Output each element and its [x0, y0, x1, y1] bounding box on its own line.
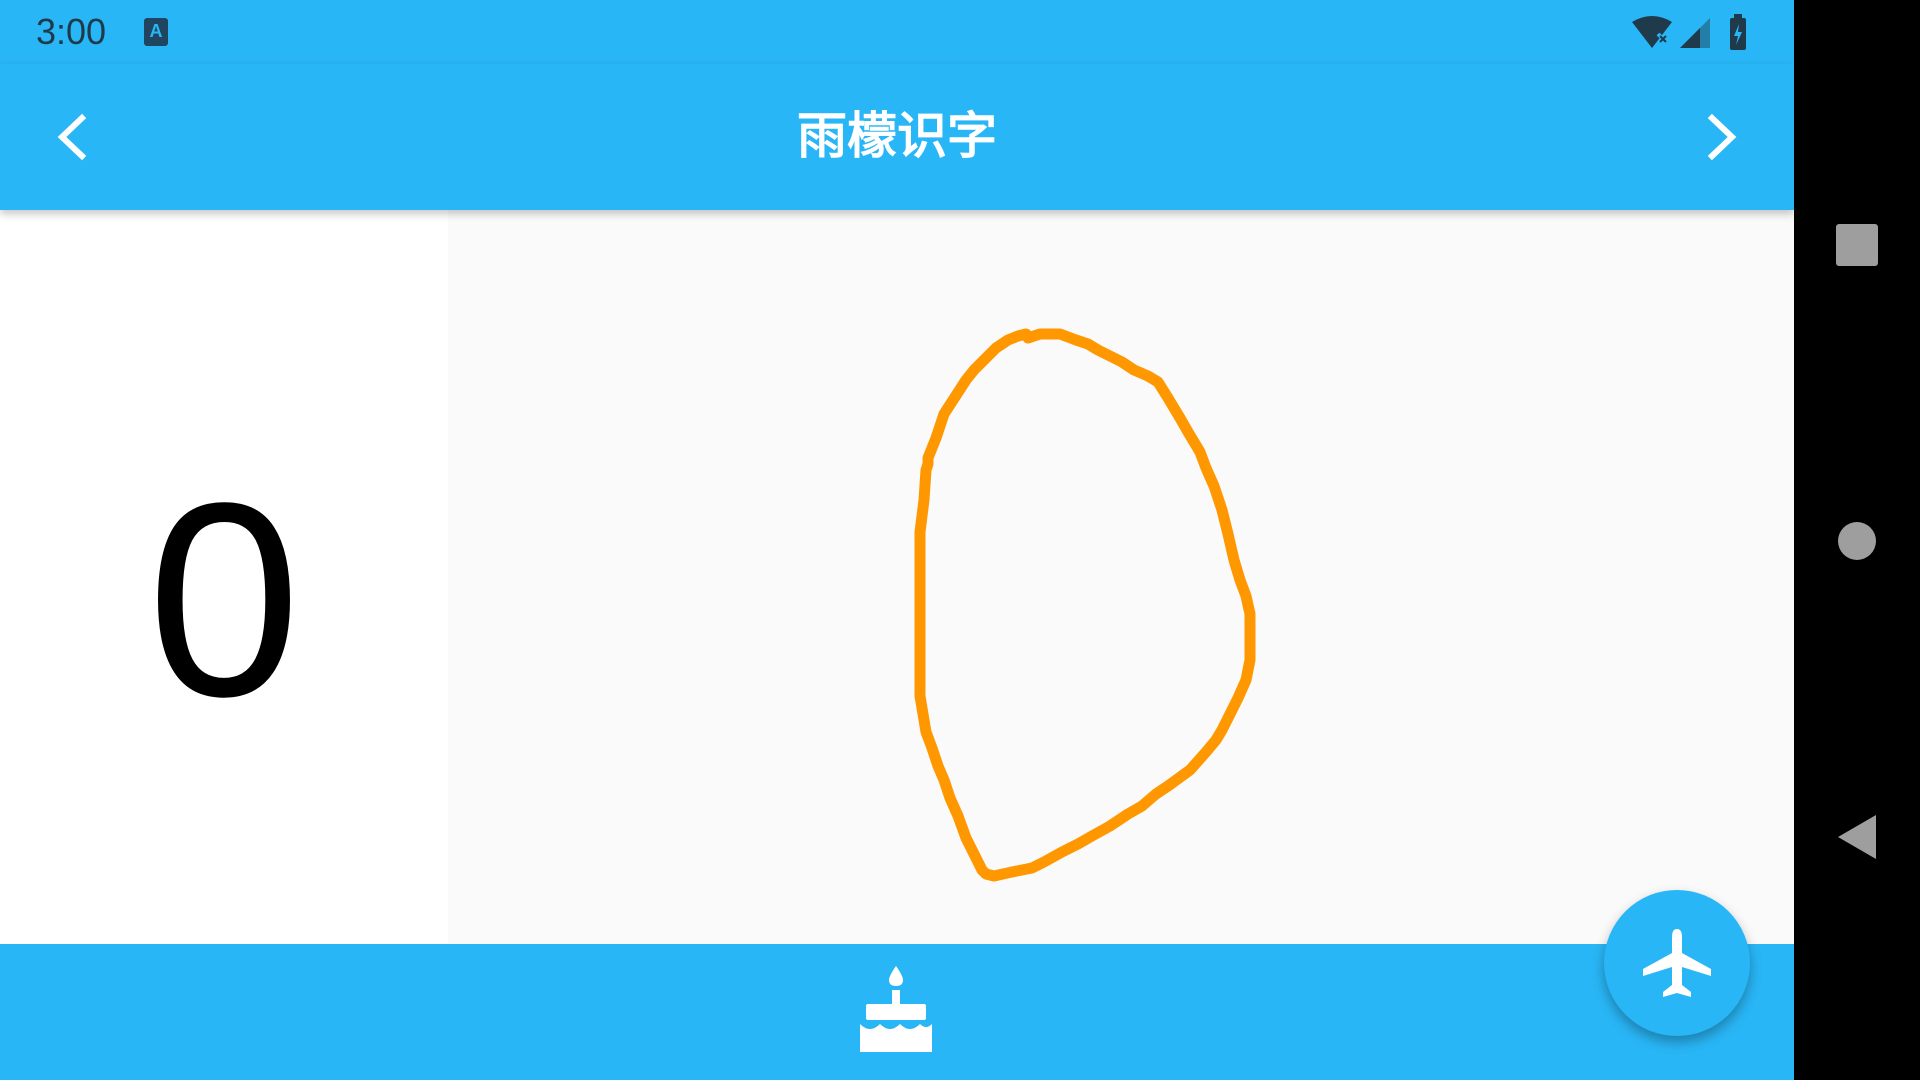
square-icon [1836, 224, 1878, 266]
app-bar: 雨檬识字 [0, 64, 1794, 210]
home-button[interactable] [1832, 516, 1882, 570]
recents-button[interactable] [1832, 220, 1882, 274]
triangle-back-icon [1838, 815, 1876, 859]
forward-button[interactable] [1686, 102, 1756, 172]
drawing-canvas[interactable] [448, 210, 1794, 944]
cake-icon [860, 966, 932, 1052]
airplane-fab[interactable] [1604, 890, 1750, 1036]
circle-icon [1838, 522, 1876, 560]
app-screen: 3:00 A 雨檬识字 0 [0, 0, 1794, 1080]
status-icons [1630, 12, 1750, 52]
page-title: 雨檬识字 [797, 107, 997, 165]
status-bar: 3:00 A [0, 0, 1794, 64]
battery-charging-icon [1730, 14, 1746, 50]
back-nav-button[interactable] [1832, 812, 1882, 866]
score-panel: 0 [0, 210, 448, 944]
chevron-right-icon [1707, 113, 1737, 161]
system-nav-bar [1794, 0, 1920, 1080]
bottom-bar [0, 944, 1794, 1080]
signal-icon [1680, 18, 1710, 48]
drawn-stroke [914, 328, 1256, 882]
wifi-off-icon [1632, 16, 1672, 48]
score-value: 0 [147, 446, 301, 754]
status-time: 3:00 [36, 11, 107, 52]
accessibility-a-icon: A [144, 18, 168, 46]
cake-button[interactable] [856, 964, 936, 1060]
airplane-icon [1643, 929, 1711, 997]
